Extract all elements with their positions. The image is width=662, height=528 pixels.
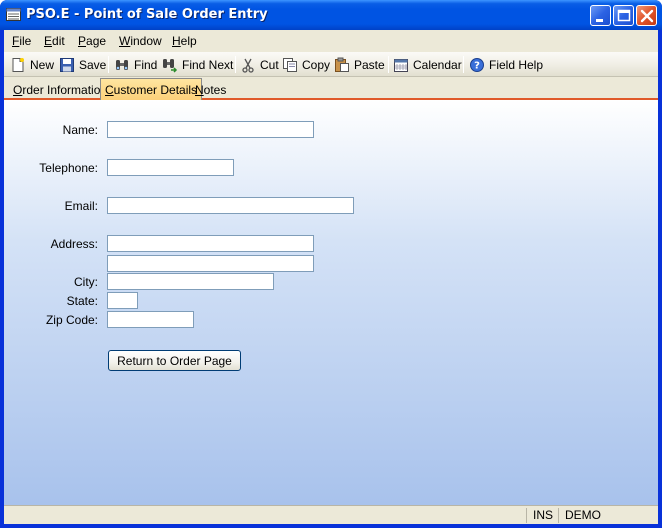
tab-order-information[interactable]: Order Information xyxy=(9,81,111,100)
cut-button[interactable]: Cut xyxy=(240,54,279,75)
menu-file[interactable]: File xyxy=(12,34,31,48)
menu-edit[interactable]: Edit xyxy=(44,34,65,48)
name-label: Name: xyxy=(62,123,98,137)
copy-button[interactable]: Copy xyxy=(282,54,330,75)
calendar-button[interactable]: Calendar xyxy=(393,54,462,75)
insert-mode-indicator: INS xyxy=(526,508,559,523)
find-next-button[interactable]: Find Next xyxy=(162,54,233,75)
find-button[interactable]: Find xyxy=(114,54,157,75)
state-label: State: xyxy=(66,294,98,308)
customer-details-form: Name: Telephone: Email: Address: City: S… xyxy=(4,100,658,505)
toolbar-separator xyxy=(108,56,109,73)
tab-notes[interactable]: Notes xyxy=(191,81,230,100)
address-label: Address: xyxy=(50,237,98,251)
zip-code-field[interactable] xyxy=(107,311,194,328)
return-to-order-page-button[interactable]: Return to Order Page xyxy=(108,350,241,371)
city-field[interactable] xyxy=(107,273,274,290)
field-help-button[interactable]: ? Field Help xyxy=(469,54,543,75)
svg-text:?: ? xyxy=(474,60,480,71)
menu-window[interactable]: Window xyxy=(119,34,162,48)
calendar-icon xyxy=(394,58,408,72)
menu-page[interactable]: Page xyxy=(78,34,106,48)
app-icon xyxy=(6,8,21,21)
zip-code-label: Zip Code: xyxy=(45,313,98,327)
address-line2-field[interactable] xyxy=(107,255,314,272)
floppy-disk-icon xyxy=(60,57,74,72)
toolbar-separator xyxy=(235,56,236,73)
telephone-label: Telephone: xyxy=(39,161,98,175)
binoculars-icon xyxy=(116,59,128,70)
state-field[interactable] xyxy=(107,292,138,309)
scissors-icon xyxy=(242,58,254,73)
minimize-button[interactable] xyxy=(590,5,611,26)
maximize-button[interactable] xyxy=(613,5,634,26)
address-line1-field[interactable] xyxy=(107,235,314,252)
toolbar: New Save Find Find Next Cut Copy Paste C… xyxy=(4,52,658,77)
tab-strip: Order Information Customer Details Notes xyxy=(4,78,658,100)
title-bar[interactable]: PSO.E - Point of Sale Order Entry xyxy=(0,0,662,30)
toolbar-separator xyxy=(463,56,464,73)
name-field[interactable] xyxy=(107,121,314,138)
status-bar: INS DEMO xyxy=(4,505,658,524)
save-button[interactable]: Save xyxy=(59,54,106,75)
email-field[interactable] xyxy=(107,197,354,214)
paste-button[interactable]: Paste xyxy=(334,54,385,75)
toolbar-separator xyxy=(388,56,389,73)
new-document-icon xyxy=(12,57,24,72)
help-icon: ? xyxy=(470,57,484,72)
client-area: File Edit Page Window Help New Save Find xyxy=(4,30,658,524)
telephone-field[interactable] xyxy=(107,159,234,176)
close-icon xyxy=(640,9,654,23)
minimize-icon xyxy=(596,19,603,22)
close-button[interactable] xyxy=(636,5,657,26)
new-button[interactable]: New xyxy=(10,54,54,75)
account-indicator: DEMO xyxy=(558,508,658,523)
menu-help[interactable]: Help xyxy=(172,34,197,48)
clipboard-paste-icon xyxy=(335,57,349,72)
tab-customer-details[interactable]: Customer Details xyxy=(100,78,203,100)
binoculars-next-icon xyxy=(163,58,178,73)
city-label: City: xyxy=(74,275,98,289)
application-window: PSO.E - Point of Sale Order Entry File E… xyxy=(0,0,662,528)
maximize-icon xyxy=(617,9,631,22)
window-title: PSO.E - Point of Sale Order Entry xyxy=(26,7,268,22)
copy-icon xyxy=(283,57,297,72)
email-label: Email: xyxy=(64,199,98,213)
menu-bar: File Edit Page Window Help xyxy=(4,30,658,52)
